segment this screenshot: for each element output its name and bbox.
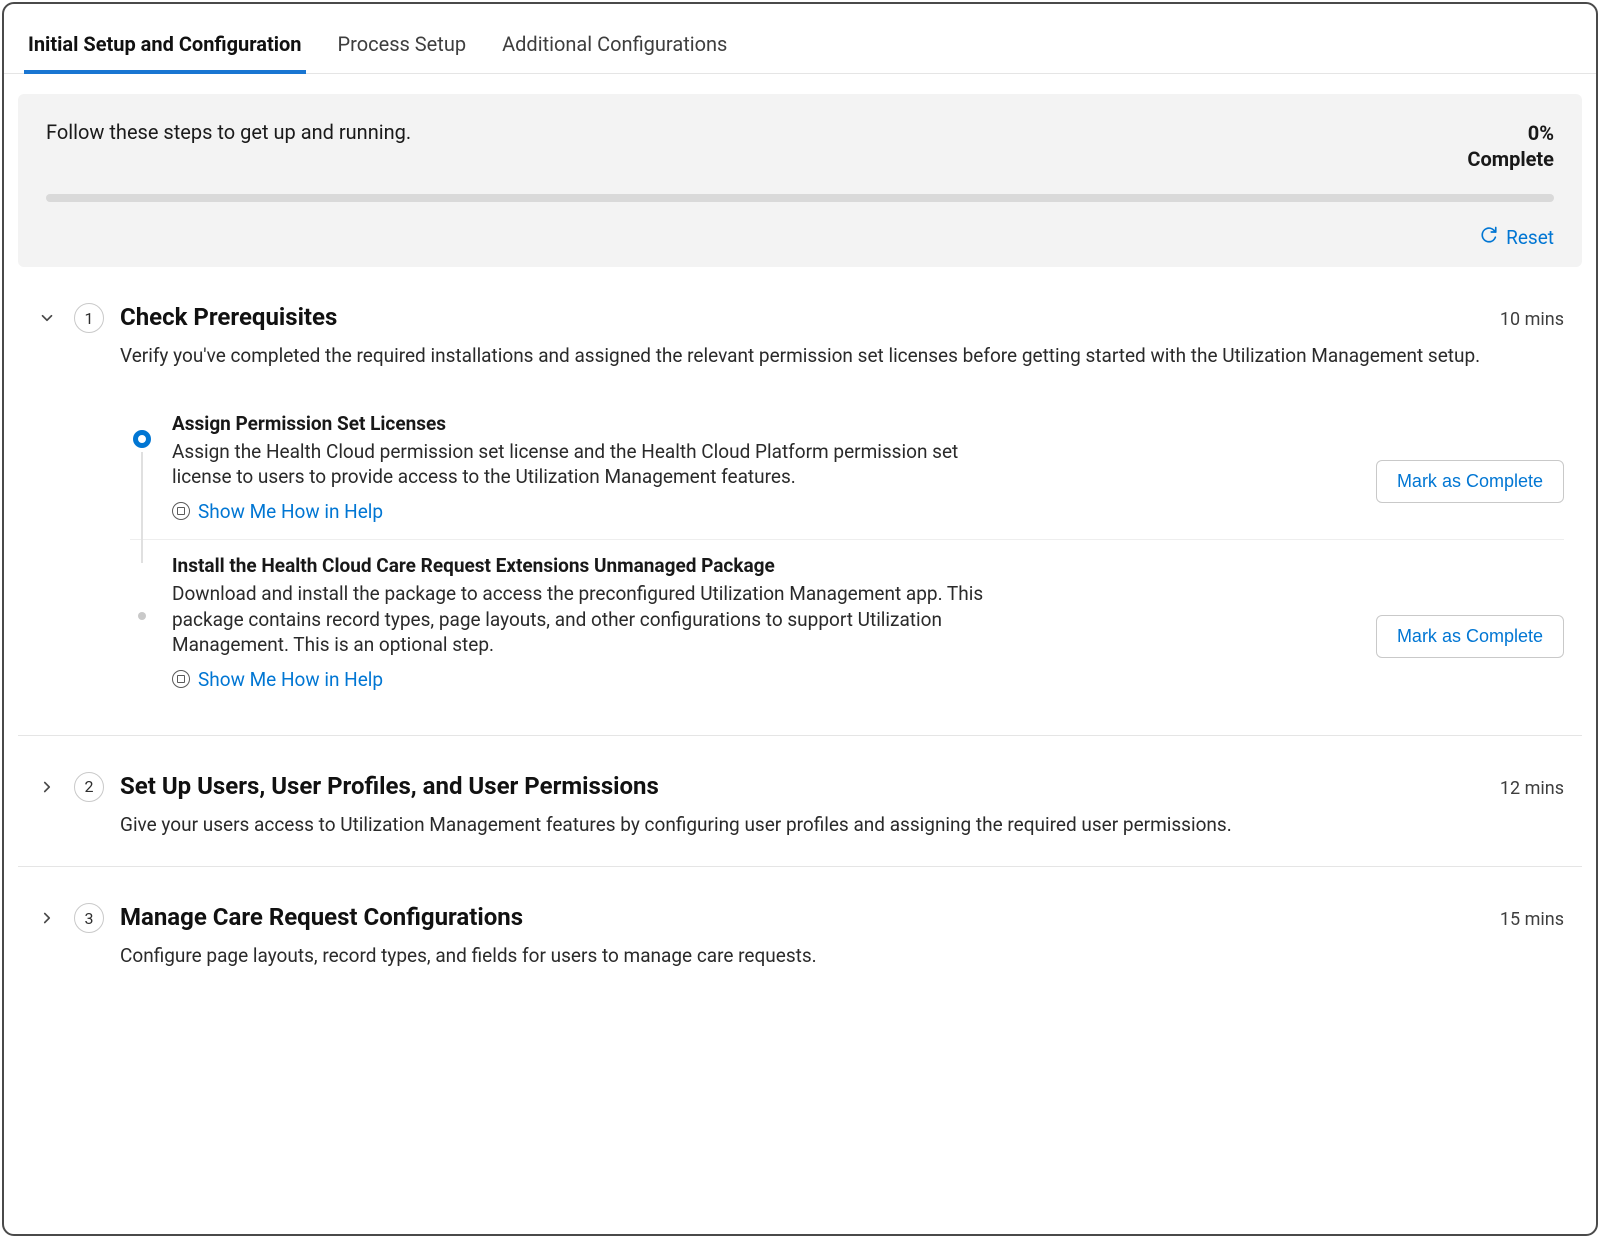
reset-button[interactable]: Reset xyxy=(46,226,1554,249)
progress-percent: 0% xyxy=(1467,120,1554,146)
section-check-prerequisites: 1 Check Prerequisites 10 mins Verify you… xyxy=(18,267,1582,736)
section-title: Set Up Users, User Profiles, and User Pe… xyxy=(120,772,659,800)
progress-instruction: Follow these steps to get up and running… xyxy=(46,120,411,144)
section-title: Manage Care Request Configurations xyxy=(120,903,523,931)
reset-icon xyxy=(1480,226,1498,249)
tab-initial-setup[interactable]: Initial Setup and Configuration xyxy=(24,24,306,74)
progress-status: 0% Complete xyxy=(1467,120,1554,172)
help-icon xyxy=(172,670,190,688)
substep-link-label: Show Me How in Help xyxy=(198,668,383,691)
substep-marker xyxy=(130,412,154,523)
chevron-down-icon[interactable] xyxy=(36,303,58,333)
sections: 1 Check Prerequisites 10 mins Verify you… xyxy=(4,267,1596,998)
section-time: 12 mins xyxy=(1500,778,1564,799)
show-me-how-link[interactable]: Show Me How in Help xyxy=(172,668,992,691)
chevron-right-icon[interactable] xyxy=(36,903,58,933)
progress-card: Follow these steps to get up and running… xyxy=(18,94,1582,267)
progress-dot-icon xyxy=(138,612,146,620)
app-frame: Initial Setup and Configuration Process … xyxy=(2,2,1598,1236)
substep-install-package: Install the Health Cloud Care Request Ex… xyxy=(130,540,1564,707)
step-number-badge: 2 xyxy=(74,772,104,802)
show-me-how-link[interactable]: Show Me How in Help xyxy=(172,500,992,523)
tab-process-setup[interactable]: Process Setup xyxy=(334,24,471,74)
substep-title: Install the Health Cloud Care Request Ex… xyxy=(172,554,992,577)
mark-as-complete-button[interactable]: Mark as Complete xyxy=(1376,615,1564,658)
tab-bar: Initial Setup and Configuration Process … xyxy=(4,4,1596,74)
substep-marker xyxy=(130,554,154,691)
substep-title: Assign Permission Set Licenses xyxy=(172,412,992,435)
step-number-badge: 1 xyxy=(74,303,104,333)
progress-bar xyxy=(46,194,1554,202)
help-icon xyxy=(172,502,190,520)
substeps: Assign Permission Set Licenses Assign th… xyxy=(130,398,1564,707)
section-title: Check Prerequisites xyxy=(120,303,337,331)
step-number-badge: 3 xyxy=(74,903,104,933)
substep-link-label: Show Me How in Help xyxy=(198,500,383,523)
substep-description: Assign the Health Cloud permission set l… xyxy=(172,439,992,490)
section-time: 10 mins xyxy=(1500,309,1564,330)
tab-additional-configurations[interactable]: Additional Configurations xyxy=(498,24,731,74)
section-manage-care-request: 3 Manage Care Request Configurations 15 … xyxy=(18,867,1582,998)
chevron-right-icon[interactable] xyxy=(36,772,58,802)
section-description: Configure page layouts, record types, an… xyxy=(120,943,1564,970)
section-time: 15 mins xyxy=(1500,909,1564,930)
substep-description: Download and install the package to acce… xyxy=(172,581,992,658)
section-description: Give your users access to Utilization Ma… xyxy=(120,812,1564,839)
progress-complete-label: Complete xyxy=(1467,146,1554,172)
section-description: Verify you've completed the required ins… xyxy=(120,343,1564,370)
section-set-up-users: 2 Set Up Users, User Profiles, and User … xyxy=(18,736,1582,868)
mark-as-complete-button[interactable]: Mark as Complete xyxy=(1376,460,1564,503)
reset-label: Reset xyxy=(1506,226,1554,249)
progress-ring-icon xyxy=(133,430,151,448)
substep-assign-permission-set-licenses: Assign Permission Set Licenses Assign th… xyxy=(130,398,1564,540)
